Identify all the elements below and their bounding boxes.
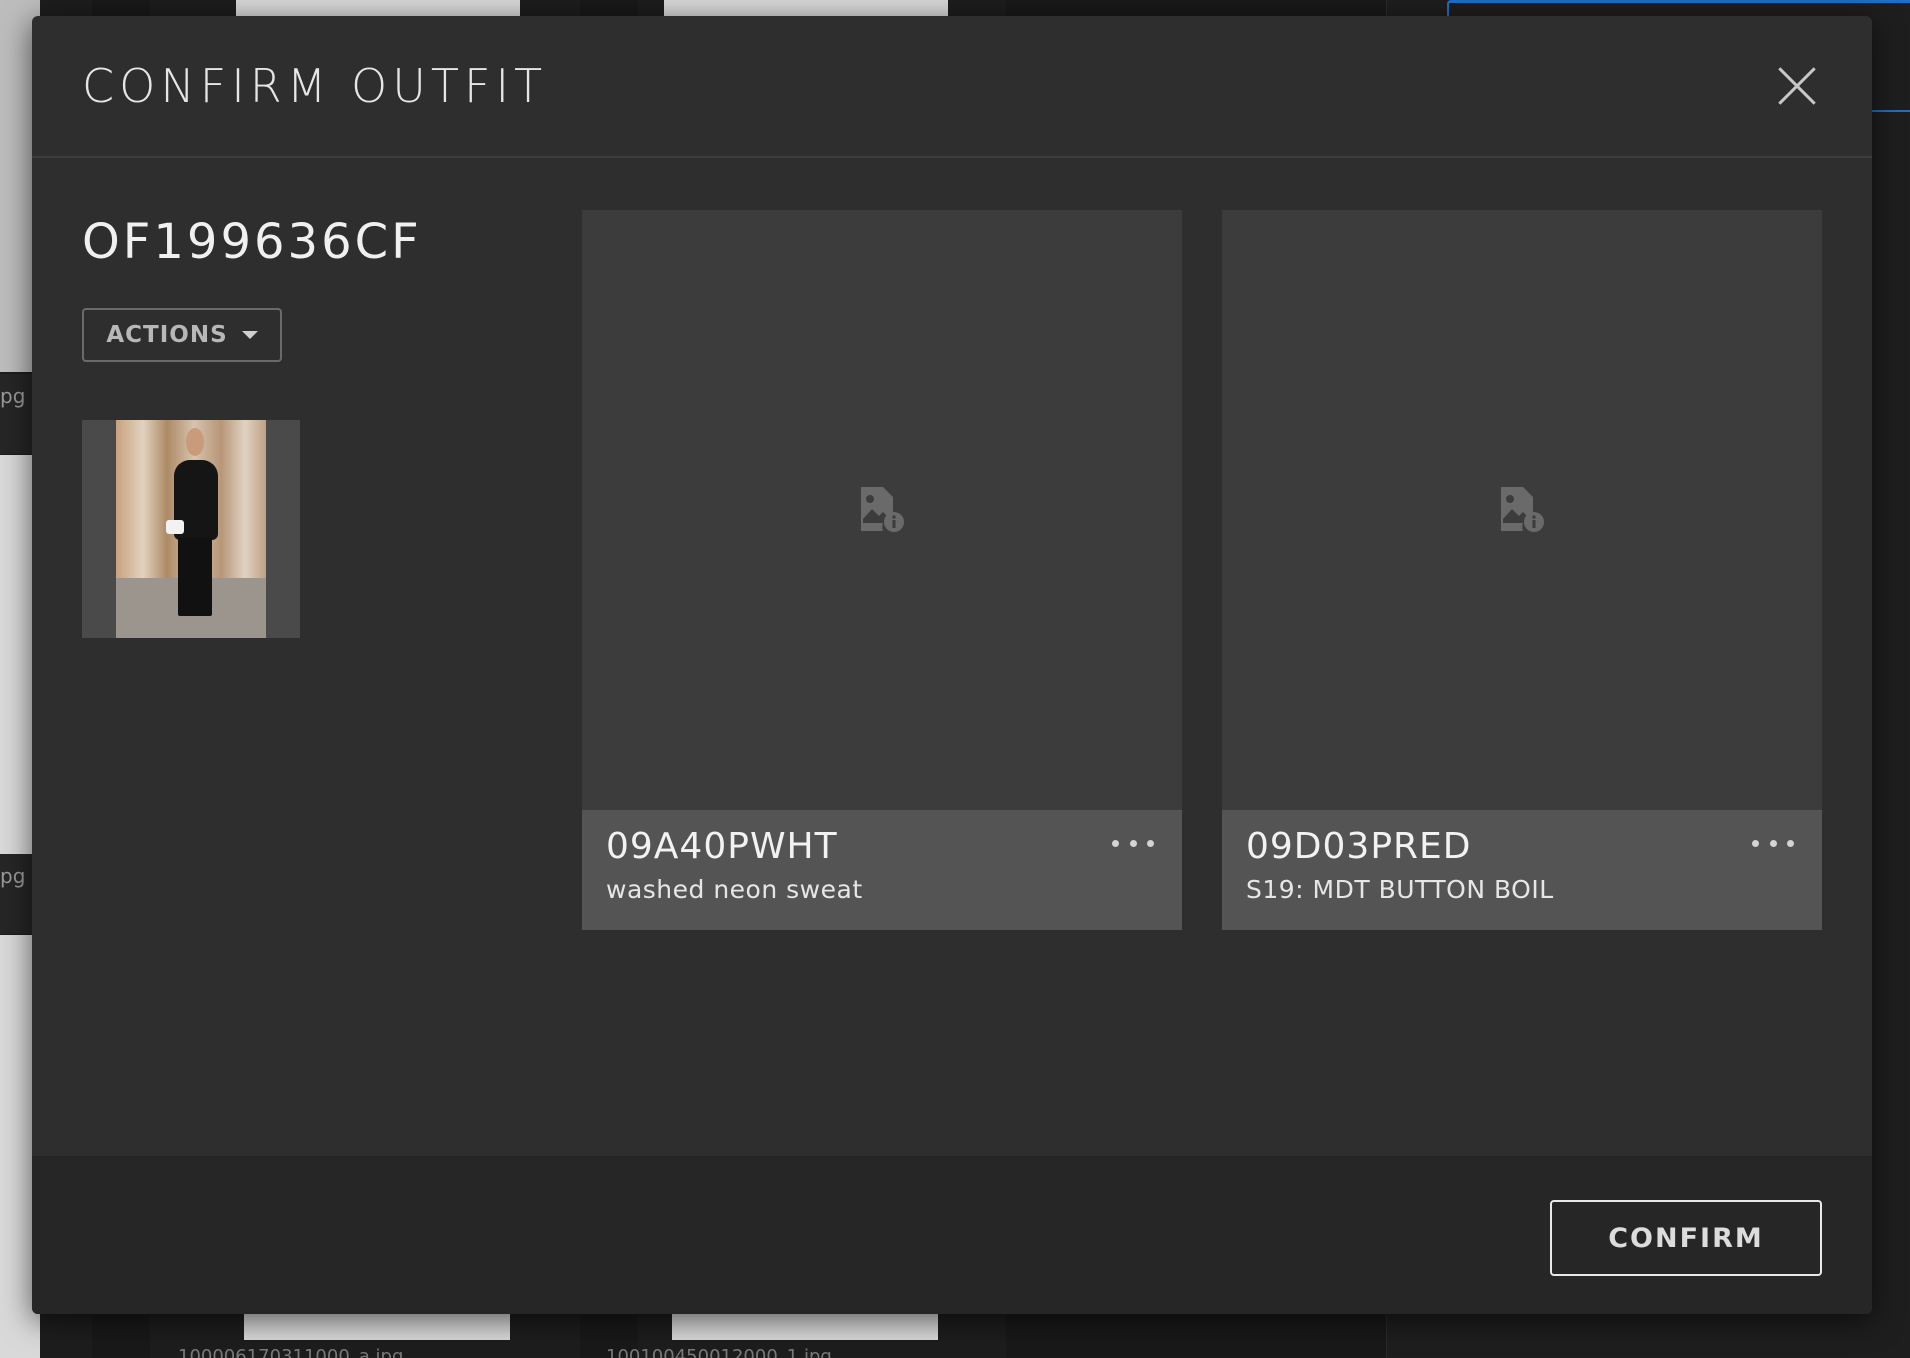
bg-thumbnail — [244, 1310, 510, 1340]
caret-down-icon — [241, 331, 258, 339]
product-description: washed neon sweat — [606, 875, 863, 904]
image-info-icon — [861, 487, 904, 532]
product-card[interactable]: 09A40PWHT washed neon sweat — [582, 210, 1182, 930]
bg-filename: 100100450012000_1.jpg — [606, 1346, 832, 1358]
bg-thumbnail — [236, 0, 520, 16]
image-info-icon — [1501, 487, 1544, 532]
product-info: 09D03PRED S19: MDT BUTTON BOIL — [1222, 810, 1822, 930]
confirm-outfit-modal: CONFIRM OUTFIT OF199636CF ACTIONS 09A40P… — [32, 16, 1872, 1314]
product-image-placeholder — [582, 210, 1182, 810]
actions-dropdown-button[interactable]: ACTIONS — [82, 308, 282, 362]
bg-filename: 100006170311000_a.jpg — [178, 1346, 404, 1358]
modal-header: CONFIRM OUTFIT — [32, 16, 1872, 158]
product-sku: 09D03PRED — [1246, 826, 1472, 867]
product-card[interactable]: 09D03PRED S19: MDT BUTTON BOIL — [1222, 210, 1822, 930]
confirm-button[interactable]: CONFIRM — [1550, 1200, 1822, 1276]
product-info: 09A40PWHT washed neon sweat — [582, 810, 1182, 930]
product-description: S19: MDT BUTTON BOIL — [1246, 875, 1554, 904]
modal-body: OF199636CF ACTIONS 09A40PWHT washed neon… — [32, 158, 1872, 1156]
product-sku: 09A40PWHT — [606, 826, 838, 867]
bg-thumbnail — [664, 0, 948, 16]
outfit-thumbnail[interactable] — [82, 420, 300, 638]
modal-title: CONFIRM OUTFIT — [82, 59, 548, 113]
more-options-icon[interactable] — [1112, 840, 1154, 850]
more-options-icon[interactable] — [1752, 840, 1794, 850]
product-image-placeholder — [1222, 210, 1822, 810]
actions-label: ACTIONS — [106, 322, 228, 348]
close-icon[interactable] — [1772, 61, 1822, 111]
outfit-id: OF199636CF — [82, 214, 422, 270]
modal-footer: CONFIRM — [32, 1156, 1872, 1314]
bg-thumbnail — [672, 1310, 938, 1340]
outfit-photo — [116, 420, 266, 638]
